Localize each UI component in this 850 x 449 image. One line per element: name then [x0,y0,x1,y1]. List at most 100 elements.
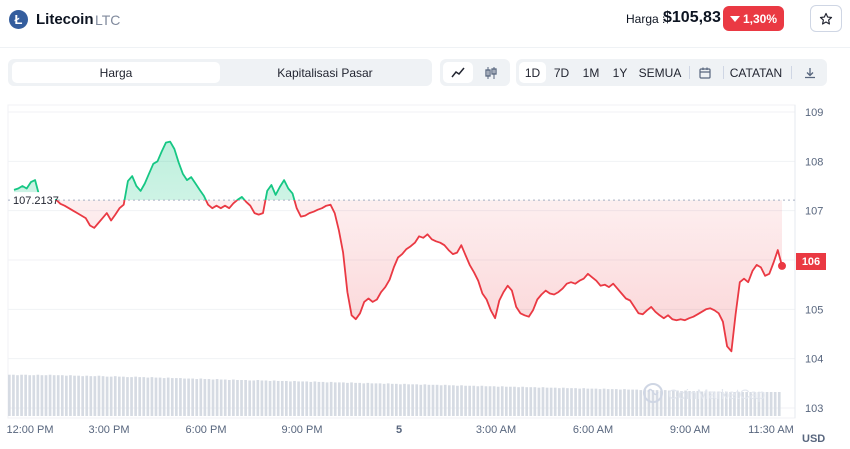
volume-bar [97,375,101,416]
volume-bar [105,376,109,416]
volume-bar [765,392,769,416]
volume-bar [227,380,231,416]
volume-bar [297,381,300,416]
date-picker-button[interactable] [693,62,717,83]
volume-bar [431,384,435,416]
watchlist-button[interactable] [810,5,842,32]
volume-bar [207,379,211,416]
x-tick-label: 12:00 PM [6,424,53,436]
volume-bar [586,388,590,416]
volume-bar [285,380,288,416]
volume-bar [411,384,414,416]
candlestick-chart-button[interactable] [476,62,506,83]
range-7d-button[interactable]: 7D [548,62,575,83]
volume-bar [614,389,618,416]
volume-bar [183,378,186,416]
volume-bar [464,385,467,416]
volume-bar [484,386,488,416]
y-tick-label: 109 [805,107,823,119]
chart-type-toggle [440,59,510,86]
volume-bar [350,382,353,416]
volume-bar [89,376,93,416]
volume-bar [81,376,84,416]
volume-bar [28,375,32,416]
y-tick-label: 107 [805,206,823,218]
volume-bar [403,383,406,416]
volume-bar [619,389,622,416]
line-chart-button[interactable] [443,62,473,83]
range-1d-button[interactable]: 1D [519,62,546,83]
volume-bar [309,381,313,416]
volume-bar [232,379,235,416]
y-tick-label: 104 [805,354,823,366]
volume-bar [610,389,614,416]
volume-bar [354,382,357,416]
volume-bar [395,383,398,416]
volume-bar [252,380,256,416]
volume-bar [337,382,341,416]
volume-bar [65,375,68,416]
line-chart-icon [451,67,465,77]
volume-bar [390,383,394,416]
download-button[interactable] [797,62,823,83]
star-icon [819,12,833,25]
volume-bar [769,392,773,416]
current-price-label: 106 [802,256,820,268]
range-divider [723,66,724,79]
range-1y-button[interactable]: 1Y [607,62,633,83]
volume-bar [549,387,553,416]
tab-market-cap[interactable]: Kapitalisasi Pasar [221,62,429,83]
volume-bar [122,376,125,416]
volume-bar [268,380,272,416]
range-all-button[interactable]: SEMUA [635,62,685,83]
volume-bar [162,378,166,416]
tab-price[interactable]: Harga [12,62,220,83]
volume-bar [382,383,386,416]
volume-bar [240,380,243,416]
volume-bar [20,374,23,416]
volume-bar [117,376,121,416]
volume-bar [541,387,545,416]
notes-button[interactable]: CATATAN [728,62,784,83]
volume-bar [590,388,594,416]
volume-bar [480,385,484,416]
volume-bar [8,374,11,416]
x-tick-label: 11:30 AM [748,424,794,436]
range-1m-button[interactable]: 1M [577,62,605,83]
volume-bar [154,377,158,416]
calendar-icon [699,67,711,79]
volume-bar [305,381,309,416]
volume-bar [199,378,203,416]
volume-bar [187,378,190,416]
volume-bar [513,386,516,416]
download-icon [805,67,815,78]
price-change-badge: 1,30% [723,6,784,31]
volume-bar [211,379,215,416]
volume-bar [557,388,561,416]
volume-bar [260,380,264,416]
caret-down-icon [729,15,740,22]
volume-bar [407,384,410,416]
volume-bar [280,380,284,416]
volume-bar [24,374,27,416]
current-price-point [778,261,786,270]
volume-bar [773,392,777,416]
volume-bar [236,380,239,416]
range-divider [791,66,792,79]
volume-bar [443,384,447,416]
volume-bar [16,375,19,416]
volume-bar [435,384,439,416]
volume-bar [362,383,366,416]
volume-bar [317,381,321,416]
volume-bar [378,383,382,416]
volume-bar [203,379,207,416]
volume-bar [492,386,496,416]
candlestick-icon [485,66,497,79]
volume-bar [602,388,606,416]
volume-bar [562,387,565,416]
volume-bar [582,388,586,416]
price-chart[interactable]: 109 108 107 106 105 104 103 12:00 PM 3:00 PM 6:00… [0,100,850,449]
volume-bar [52,375,56,416]
volume-bar [578,388,581,416]
volume-bar [496,386,500,416]
